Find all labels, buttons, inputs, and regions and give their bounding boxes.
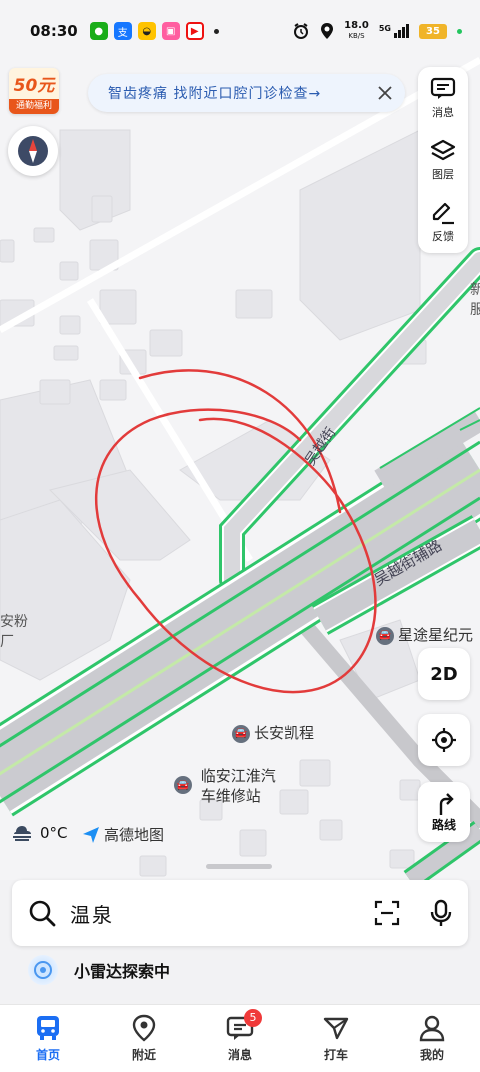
scan-icon[interactable] <box>374 900 400 926</box>
status-bar: 08:30 ● 支 ◒ ▣ ▶ 18.0 KB/S 5G 35 <box>0 0 480 62</box>
weather-widget[interactable]: 0°C <box>10 822 68 844</box>
route-button[interactable]: 路线 <box>418 782 470 842</box>
compass-icon <box>18 136 48 166</box>
bus-icon <box>37 1016 59 1040</box>
radar-text: 小雷达探索中 <box>74 962 171 981</box>
search-icon <box>29 900 56 927</box>
alarm-icon <box>294 23 309 39</box>
compass-button[interactable] <box>8 126 58 176</box>
poi-jianghuai[interactable]: 🚘 临安江淮汽 车维修站 <box>174 766 276 806</box>
route-arrow-icon <box>439 792 454 815</box>
map-canvas[interactable] <box>0 0 480 880</box>
edge-label-right: 新服 <box>470 282 480 318</box>
close-icon <box>378 86 392 100</box>
wechat-icon: ● <box>89 22 108 40</box>
location-pin-icon <box>132 1014 156 1042</box>
location-icon <box>321 23 334 39</box>
network-speed: 18.0 KB/S <box>344 20 369 41</box>
promo-banner-text[interactable]: 智齿疼痛 找附近口腔门诊检查→ <box>108 83 321 103</box>
notification-dot-icon <box>213 28 219 34</box>
microphone-icon[interactable] <box>430 899 452 927</box>
meituan-icon: ◒ <box>137 22 156 40</box>
edit-pencil-icon <box>432 202 454 224</box>
weather-temp: 0°C <box>40 824 68 842</box>
user-icon <box>419 1015 445 1042</box>
car-icon: 🚘 <box>376 626 394 645</box>
promo-banner[interactable]: 智齿疼痛 找附近口腔门诊检查→ <box>88 74 405 112</box>
search-bar[interactable]: 温泉 <box>12 880 468 946</box>
poi-changan[interactable]: 🚘 长安凯程 <box>232 722 314 743</box>
locate-button[interactable] <box>418 714 470 766</box>
crosshair-icon <box>432 728 456 752</box>
sheet-drag-handle[interactable] <box>206 864 272 869</box>
layers-tool-button[interactable]: 图层 <box>418 129 468 191</box>
taxi-icon <box>323 1017 349 1040</box>
status-time: 08:30 <box>30 22 78 40</box>
alipay-icon: 支 <box>113 22 132 40</box>
unread-badge: 5 <box>244 1009 262 1027</box>
app-icon: ▣ <box>161 22 180 40</box>
messages-tool-button[interactable]: 消息 <box>418 67 468 129</box>
amap-logo-icon <box>83 826 99 843</box>
poi-xingtu[interactable]: 🚘 星途星纪元 <box>376 624 473 645</box>
map-toolbar: 消息 图层 反馈 <box>418 67 468 253</box>
edge-label-left: 安粉厂 <box>0 614 28 650</box>
bottom-nav: 首页 附近 5 消息 打车 我的 <box>0 1004 480 1072</box>
fog-cloud-icon <box>13 826 31 841</box>
car-icon: 🚘 <box>232 724 250 743</box>
commute-promo-badge[interactable]: 50元 通勤福利 <box>9 68 59 114</box>
nav-home[interactable]: 首页 <box>0 1005 96 1072</box>
nav-messages[interactable]: 5 消息 <box>192 1005 288 1072</box>
poi-jianghuai-line2: 车维修站 <box>200 787 261 805</box>
signal-icon: 5G <box>379 24 409 38</box>
video-icon: ▶ <box>185 22 204 40</box>
radar-icon <box>28 955 58 985</box>
nav-taxi[interactable]: 打车 <box>288 1005 384 1072</box>
feedback-tool-button[interactable]: 反馈 <box>418 191 468 253</box>
nav-profile[interactable]: 我的 <box>384 1005 480 1072</box>
message-icon <box>430 77 456 99</box>
search-input[interactable]: 温泉 <box>70 899 374 928</box>
close-banner-button[interactable] <box>373 81 397 105</box>
privacy-dot-icon <box>457 28 462 34</box>
battery-icon: 35 <box>419 23 447 39</box>
radar-status[interactable]: 小雷达探索中 <box>28 955 170 985</box>
nav-nearby[interactable]: 附近 <box>96 1005 192 1072</box>
amap-logo: 高德地图 <box>82 824 164 845</box>
layers-icon <box>430 139 456 160</box>
poi-jianghuai-line1: 临安江淮汽 <box>200 767 276 785</box>
car-icon: 🚘 <box>174 776 192 794</box>
route-label: 路线 <box>431 817 456 832</box>
map-view[interactable]: 吴越街辅路 吴越街 🚘 星途星纪元 🚘 长安凯程 🚘 临安江淮汽 车维修站 安粉厂 … <box>0 0 480 880</box>
view-mode-button[interactable]: 2D <box>418 648 470 700</box>
